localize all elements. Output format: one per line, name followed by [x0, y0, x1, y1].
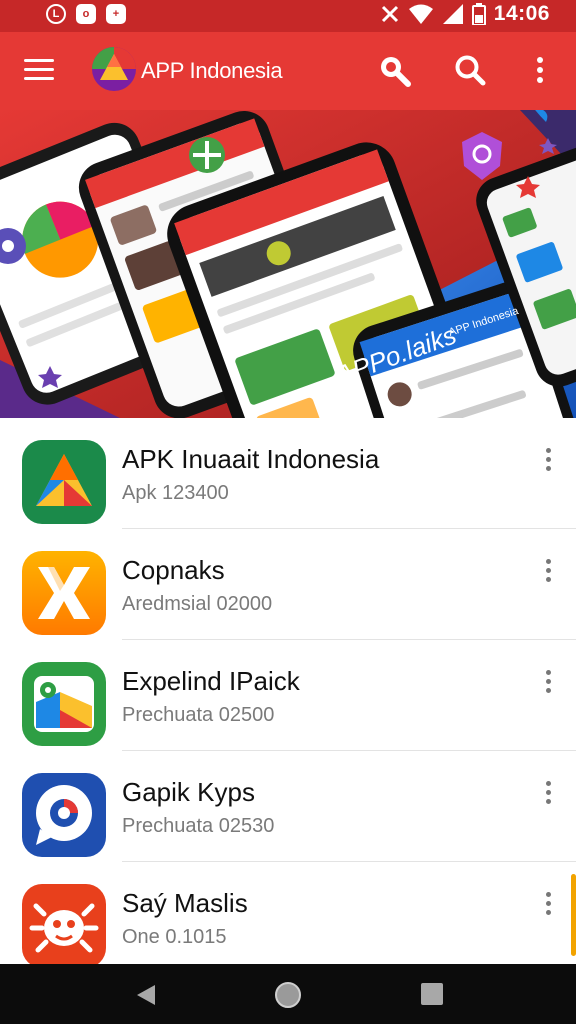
wifi-icon: [408, 4, 433, 24]
drive-triangle-icon: [22, 440, 106, 524]
list-item[interactable]: Saý Maslis One 0.1015: [0, 862, 576, 973]
bug-icon: [22, 884, 106, 968]
clock: 14:06: [493, 2, 550, 25]
app-subtitle: Apk 123400: [122, 482, 229, 504]
app-bar: APP Indonesia: [0, 32, 576, 110]
item-menu-icon[interactable]: [540, 559, 556, 585]
notification-icons: L o +: [46, 4, 126, 24]
signal-icon: [442, 4, 463, 24]
maps-icon: [22, 662, 106, 746]
app-name: Saý Maslis: [122, 888, 248, 918]
item-menu-icon[interactable]: [540, 670, 556, 696]
item-menu-icon[interactable]: [540, 448, 556, 474]
list-item[interactable]: Expelind IPaick Prechuata 02500: [0, 640, 576, 751]
app-subtitle: Aredmsial 02000: [122, 593, 273, 615]
app-list: APK Inuaait Indonesia Apk 123400 Copnaks…: [0, 418, 576, 973]
app-subtitle: Prechuata 02500: [122, 704, 275, 726]
notification-icon: L: [46, 4, 66, 24]
recents-icon[interactable]: [421, 983, 443, 1005]
search-icon[interactable]: [452, 52, 488, 88]
chat-bubble-icon: [22, 773, 106, 857]
system-icons: 14:06: [380, 2, 550, 26]
search-icon[interactable]: [376, 52, 412, 88]
app-name: Gapik Kyps: [122, 777, 255, 807]
app-logo: [92, 47, 136, 91]
list-item[interactable]: Copnaks Aredmsial 02000: [0, 529, 576, 640]
list-item[interactable]: APK Inuaait Indonesia Apk 123400: [0, 418, 576, 529]
app-name: APK Inuaait Indonesia: [122, 444, 380, 474]
list-item[interactable]: Gapik Kyps Prechuata 02530: [0, 751, 576, 862]
app-subtitle: Prechuata 02530: [122, 815, 275, 837]
x-icon: [381, 5, 398, 23]
back-icon[interactable]: [136, 984, 156, 1006]
app-subtitle: One 0.1015: [122, 926, 227, 948]
system-nav-bar: [0, 964, 576, 1024]
item-menu-icon[interactable]: [540, 892, 556, 918]
banner-illustration: APPo.laiks APP Indonesia: [0, 110, 576, 418]
home-icon[interactable]: [274, 981, 302, 1009]
notification-icon: +: [106, 4, 126, 24]
item-menu-icon[interactable]: [540, 781, 556, 807]
app-title: APP Indonesia: [141, 58, 283, 83]
battery-icon: [471, 3, 486, 25]
hamburger-menu-icon[interactable]: [24, 59, 54, 83]
status-bar: L o + 14:06: [0, 0, 576, 32]
scrollbar-thumb[interactable]: [571, 874, 576, 956]
app-name: Expelind IPaick: [122, 666, 300, 696]
notification-icon: o: [76, 4, 96, 24]
more-vert-icon[interactable]: [522, 52, 558, 88]
x-app-icon: [22, 551, 106, 635]
app-name: Copnaks: [122, 555, 225, 585]
promo-banner[interactable]: APPo.laiks APP Indonesia: [0, 110, 576, 418]
